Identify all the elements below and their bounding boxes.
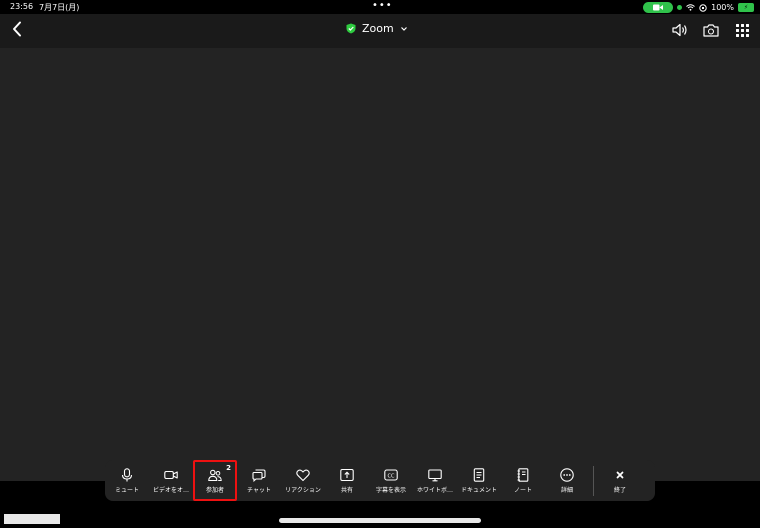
meeting-header: Zoom — [0, 14, 760, 48]
chevron-down-icon — [400, 26, 407, 31]
privacy-dot-icon — [677, 5, 683, 10]
chat-icon — [252, 468, 266, 482]
more-button[interactable]: 詳細 — [545, 460, 589, 501]
documents-label: ドキュメント — [460, 486, 497, 494]
status-icons: 100% ⚡ — [643, 2, 754, 13]
orientation-lock-icon — [699, 3, 707, 12]
share-label: 共有 — [340, 486, 353, 494]
grid-icon — [735, 23, 749, 37]
captions-label: 字幕を表示 — [375, 486, 406, 494]
mute-label: ミュート — [114, 486, 139, 494]
end-label: 終了 — [613, 486, 626, 494]
end-button[interactable]: 終了 — [598, 460, 642, 501]
whiteboard-icon — [428, 468, 442, 481]
reactions-button[interactable]: リアクション — [281, 460, 325, 501]
video-label: ビデオをオ… — [152, 486, 189, 494]
back-button[interactable] — [8, 20, 26, 38]
mic-icon — [121, 467, 133, 481]
status-date: 7月7日(月) — [39, 3, 80, 12]
speaker-icon — [672, 23, 687, 37]
battery-percentage: 100% — [711, 3, 734, 12]
status-bar: 23:56 7月7日(月) ••• 100% ⚡ — [0, 0, 760, 14]
meeting-title: Zoom — [362, 22, 394, 35]
close-icon — [616, 471, 624, 478]
notes-button[interactable]: ノート — [501, 460, 545, 501]
notes-icon — [517, 467, 529, 482]
notes-label: ノート — [513, 486, 532, 494]
speaker-button[interactable] — [671, 21, 689, 39]
chat-button[interactable]: チャット — [237, 460, 281, 501]
multitasking-dots[interactable]: ••• — [372, 0, 393, 11]
document-icon — [473, 467, 485, 482]
cc-icon: CC — [384, 468, 398, 481]
meeting-title-button[interactable]: Zoom — [346, 22, 408, 35]
battery-charging-icon: ⚡ — [738, 3, 754, 12]
mute-button[interactable]: ミュート — [105, 460, 149, 501]
switch-camera-icon — [703, 24, 719, 37]
status-time: 23:56 — [10, 2, 34, 11]
participants-button[interactable]: 2 参加者 — [193, 460, 237, 501]
encryption-shield-icon — [346, 23, 356, 34]
video-indicator-icon — [653, 4, 664, 11]
whiteboard-label: ホワイトボ… — [416, 486, 453, 494]
participants-label: 参加者 — [205, 486, 224, 494]
reactions-label: リアクション — [285, 486, 321, 494]
chat-label: チャット — [247, 486, 271, 494]
video-area[interactable] — [0, 48, 760, 481]
thumbnail-bar — [4, 514, 60, 524]
switch-camera-button[interactable] — [702, 21, 720, 39]
heart-icon — [296, 469, 310, 481]
participants-count-badge: 2 — [226, 464, 231, 472]
participants-icon — [208, 469, 222, 481]
apps-grid-button[interactable] — [733, 21, 751, 39]
meeting-toolbar: ミュート ビデオをオ… 2 参加者 チャット リアクション 共有 CC 字幕を表… — [105, 460, 655, 501]
toolbar-divider — [593, 465, 594, 496]
captions-button[interactable]: CC 字幕を表示 — [369, 460, 413, 501]
svg-text:CC: CC — [388, 473, 395, 479]
documents-button[interactable]: ドキュメント — [457, 460, 501, 501]
whiteboard-button[interactable]: ホワイトボ… — [413, 460, 457, 501]
share-button[interactable]: 共有 — [325, 460, 369, 501]
home-indicator[interactable] — [279, 518, 481, 523]
video-button[interactable]: ビデオをオ… — [149, 460, 193, 501]
video-icon — [164, 470, 178, 479]
more-icon — [560, 467, 574, 482]
chevron-left-icon — [13, 21, 21, 37]
share-icon — [340, 468, 354, 481]
more-label: 詳細 — [560, 486, 573, 494]
wifi-icon — [686, 4, 695, 11]
camera-in-use-indicator — [643, 2, 674, 13]
